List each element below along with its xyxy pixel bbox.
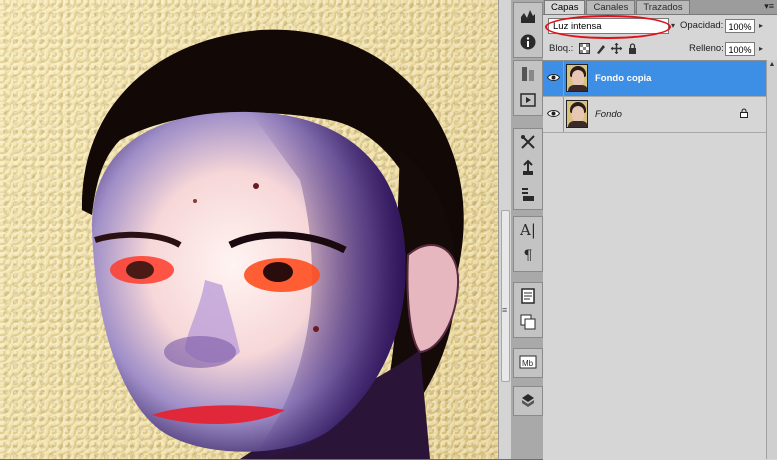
tab-trazados[interactable]: Trazados	[636, 0, 690, 14]
layers-list: Fondo copia Fondo	[543, 60, 777, 460]
character-icon[interactable]: A|	[514, 217, 542, 243]
3d-icon[interactable]	[514, 387, 542, 413]
eye-icon[interactable]	[547, 107, 560, 120]
opacity-slider-arrow-icon[interactable]: ▸	[759, 21, 763, 30]
chevron-down-icon[interactable]: ▾	[671, 21, 675, 30]
layer-thumbnail	[566, 100, 588, 128]
fill-field[interactable]: 100%	[725, 42, 755, 56]
tab-capas[interactable]: Capas	[544, 0, 586, 14]
panel-menu-icon[interactable]: ▾≡	[764, 1, 774, 12]
visibility-divider	[563, 61, 564, 96]
layers-panel: Capas Canales Trazados ▾≡ Luz intensa ▾ …	[543, 0, 777, 460]
tab-canales[interactable]: Canales	[586, 0, 636, 14]
tool-presets-icon[interactable]	[514, 129, 542, 155]
panel-dock-column: A| ¶ Mb	[511, 0, 544, 459]
tool-group-7	[513, 386, 543, 416]
layer-name[interactable]: Fondo	[595, 109, 622, 120]
brush-presets-icon[interactable]	[514, 181, 542, 207]
layer-name[interactable]: Fondo copia	[595, 73, 651, 84]
opacity-label: Opacidad:	[680, 20, 724, 31]
actions-play-icon[interactable]	[514, 87, 542, 113]
notes-icon[interactable]	[514, 283, 542, 309]
tool-group-6: Mb	[513, 348, 543, 378]
svg-text:Mb: Mb	[522, 359, 534, 368]
lock-transparent-pixels-icon[interactable]	[579, 43, 590, 54]
grip-icon[interactable]: ≡	[502, 306, 508, 315]
scroll-up-icon[interactable]: ▲	[767, 60, 777, 70]
lock-label: Bloq.:	[549, 43, 574, 54]
histogram-icon[interactable]	[514, 3, 542, 29]
tool-group-5	[513, 282, 543, 338]
scrollbar-thumb[interactable]	[501, 210, 510, 382]
document-canvas[interactable]	[0, 0, 498, 459]
fill-label: Relleno:	[689, 43, 724, 54]
highlight-circle	[545, 15, 671, 39]
tool-group-3	[513, 128, 543, 210]
tool-group-1	[513, 2, 543, 58]
eye-icon[interactable]	[547, 71, 560, 84]
lock-all-icon[interactable]	[627, 43, 638, 54]
portrait-photo	[81, 29, 464, 459]
lock-icon	[740, 108, 748, 118]
layers-scrollbar[interactable]: ▲	[766, 60, 777, 459]
tool-group-2	[513, 60, 543, 116]
fill-slider-arrow-icon[interactable]: ▸	[759, 44, 763, 53]
layer-row-fondo-copia[interactable]: Fondo copia	[543, 61, 777, 97]
tool-group-4: A| ¶	[513, 216, 543, 272]
lock-image-pixels-icon[interactable]	[595, 43, 606, 54]
visibility-divider	[563, 97, 564, 132]
layer-thumbnail	[566, 64, 588, 92]
mini-bridge-icon[interactable]: Mb	[514, 349, 542, 375]
info-icon[interactable]	[514, 29, 542, 55]
swatches-icon[interactable]	[514, 61, 542, 87]
layer-comps-icon[interactable]	[514, 309, 542, 335]
opacity-field[interactable]: 100%	[725, 19, 755, 33]
lock-position-icon[interactable]	[611, 43, 622, 54]
panel-tabbar: Capas Canales Trazados ▾≡	[543, 0, 777, 15]
canvas-scrollbar[interactable]: ≡	[498, 0, 512, 459]
paragraph-icon[interactable]: ¶	[514, 243, 542, 269]
clone-source-icon[interactable]	[514, 155, 542, 181]
layer-row-fondo[interactable]: Fondo	[543, 97, 777, 133]
